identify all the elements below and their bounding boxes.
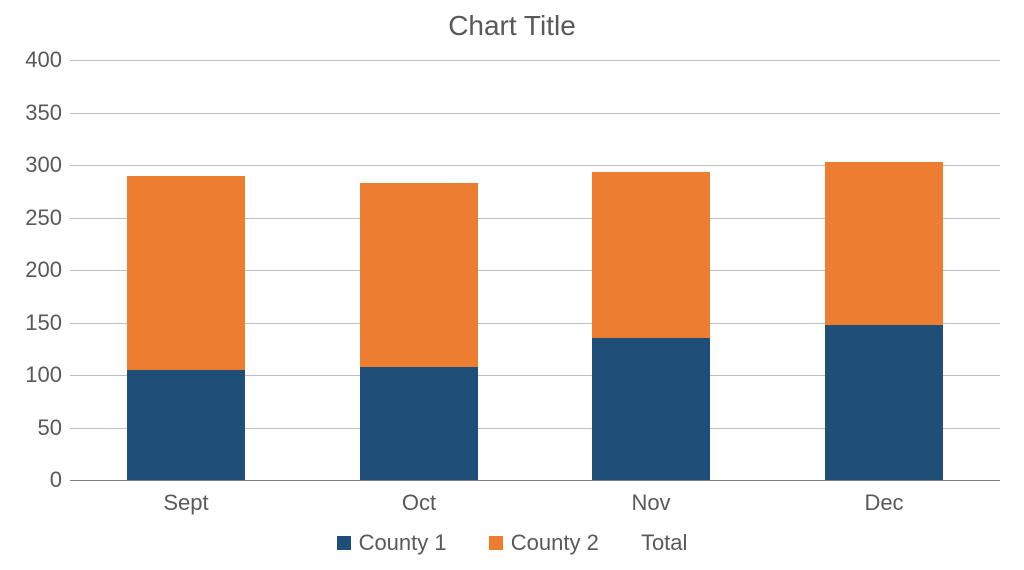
- bar-seg-county2: [825, 162, 943, 325]
- y-tick-label: 200: [2, 257, 62, 283]
- legend-item-county2: County 2: [489, 530, 599, 556]
- y-tick-label: 350: [2, 100, 62, 126]
- y-tick-label: 0: [2, 467, 62, 493]
- bar-seg-county1: [592, 338, 710, 480]
- y-tick-label: 100: [2, 362, 62, 388]
- bar-seg-county2: [360, 183, 478, 367]
- y-tick-label: 250: [2, 205, 62, 231]
- legend-swatch-icon: [337, 536, 351, 550]
- legend-label: County 1: [359, 530, 447, 556]
- x-tick-label: Oct: [359, 490, 479, 516]
- bar-seg-county2: [592, 172, 710, 338]
- legend-swatch-icon: [489, 536, 503, 550]
- legend: County 1 County 2 Total: [0, 530, 1024, 556]
- chart-container: Chart Title 0 50 100 150 200 250 300 350…: [0, 0, 1024, 570]
- bar-seg-county1: [825, 325, 943, 480]
- gridline: [70, 60, 1000, 61]
- y-tick-label: 400: [2, 47, 62, 73]
- legend-item-county1: County 1: [337, 530, 447, 556]
- gridline: [70, 113, 1000, 114]
- x-tick-label: Nov: [591, 490, 711, 516]
- x-tick-label: Sept: [126, 490, 246, 516]
- legend-item-total: Total: [641, 530, 687, 556]
- x-tick-label: Dec: [824, 490, 944, 516]
- y-tick-label: 150: [2, 310, 62, 336]
- bar-seg-county1: [360, 367, 478, 480]
- bar-seg-county1: [127, 370, 245, 480]
- x-axis-line: [70, 480, 1000, 481]
- bar-seg-county2: [127, 176, 245, 370]
- y-tick-label: 300: [2, 152, 62, 178]
- y-tick-label: 50: [2, 415, 62, 441]
- legend-label: Total: [641, 530, 687, 556]
- legend-label: County 2: [511, 530, 599, 556]
- chart-title: Chart Title: [0, 10, 1024, 42]
- plot-area: [70, 60, 1000, 480]
